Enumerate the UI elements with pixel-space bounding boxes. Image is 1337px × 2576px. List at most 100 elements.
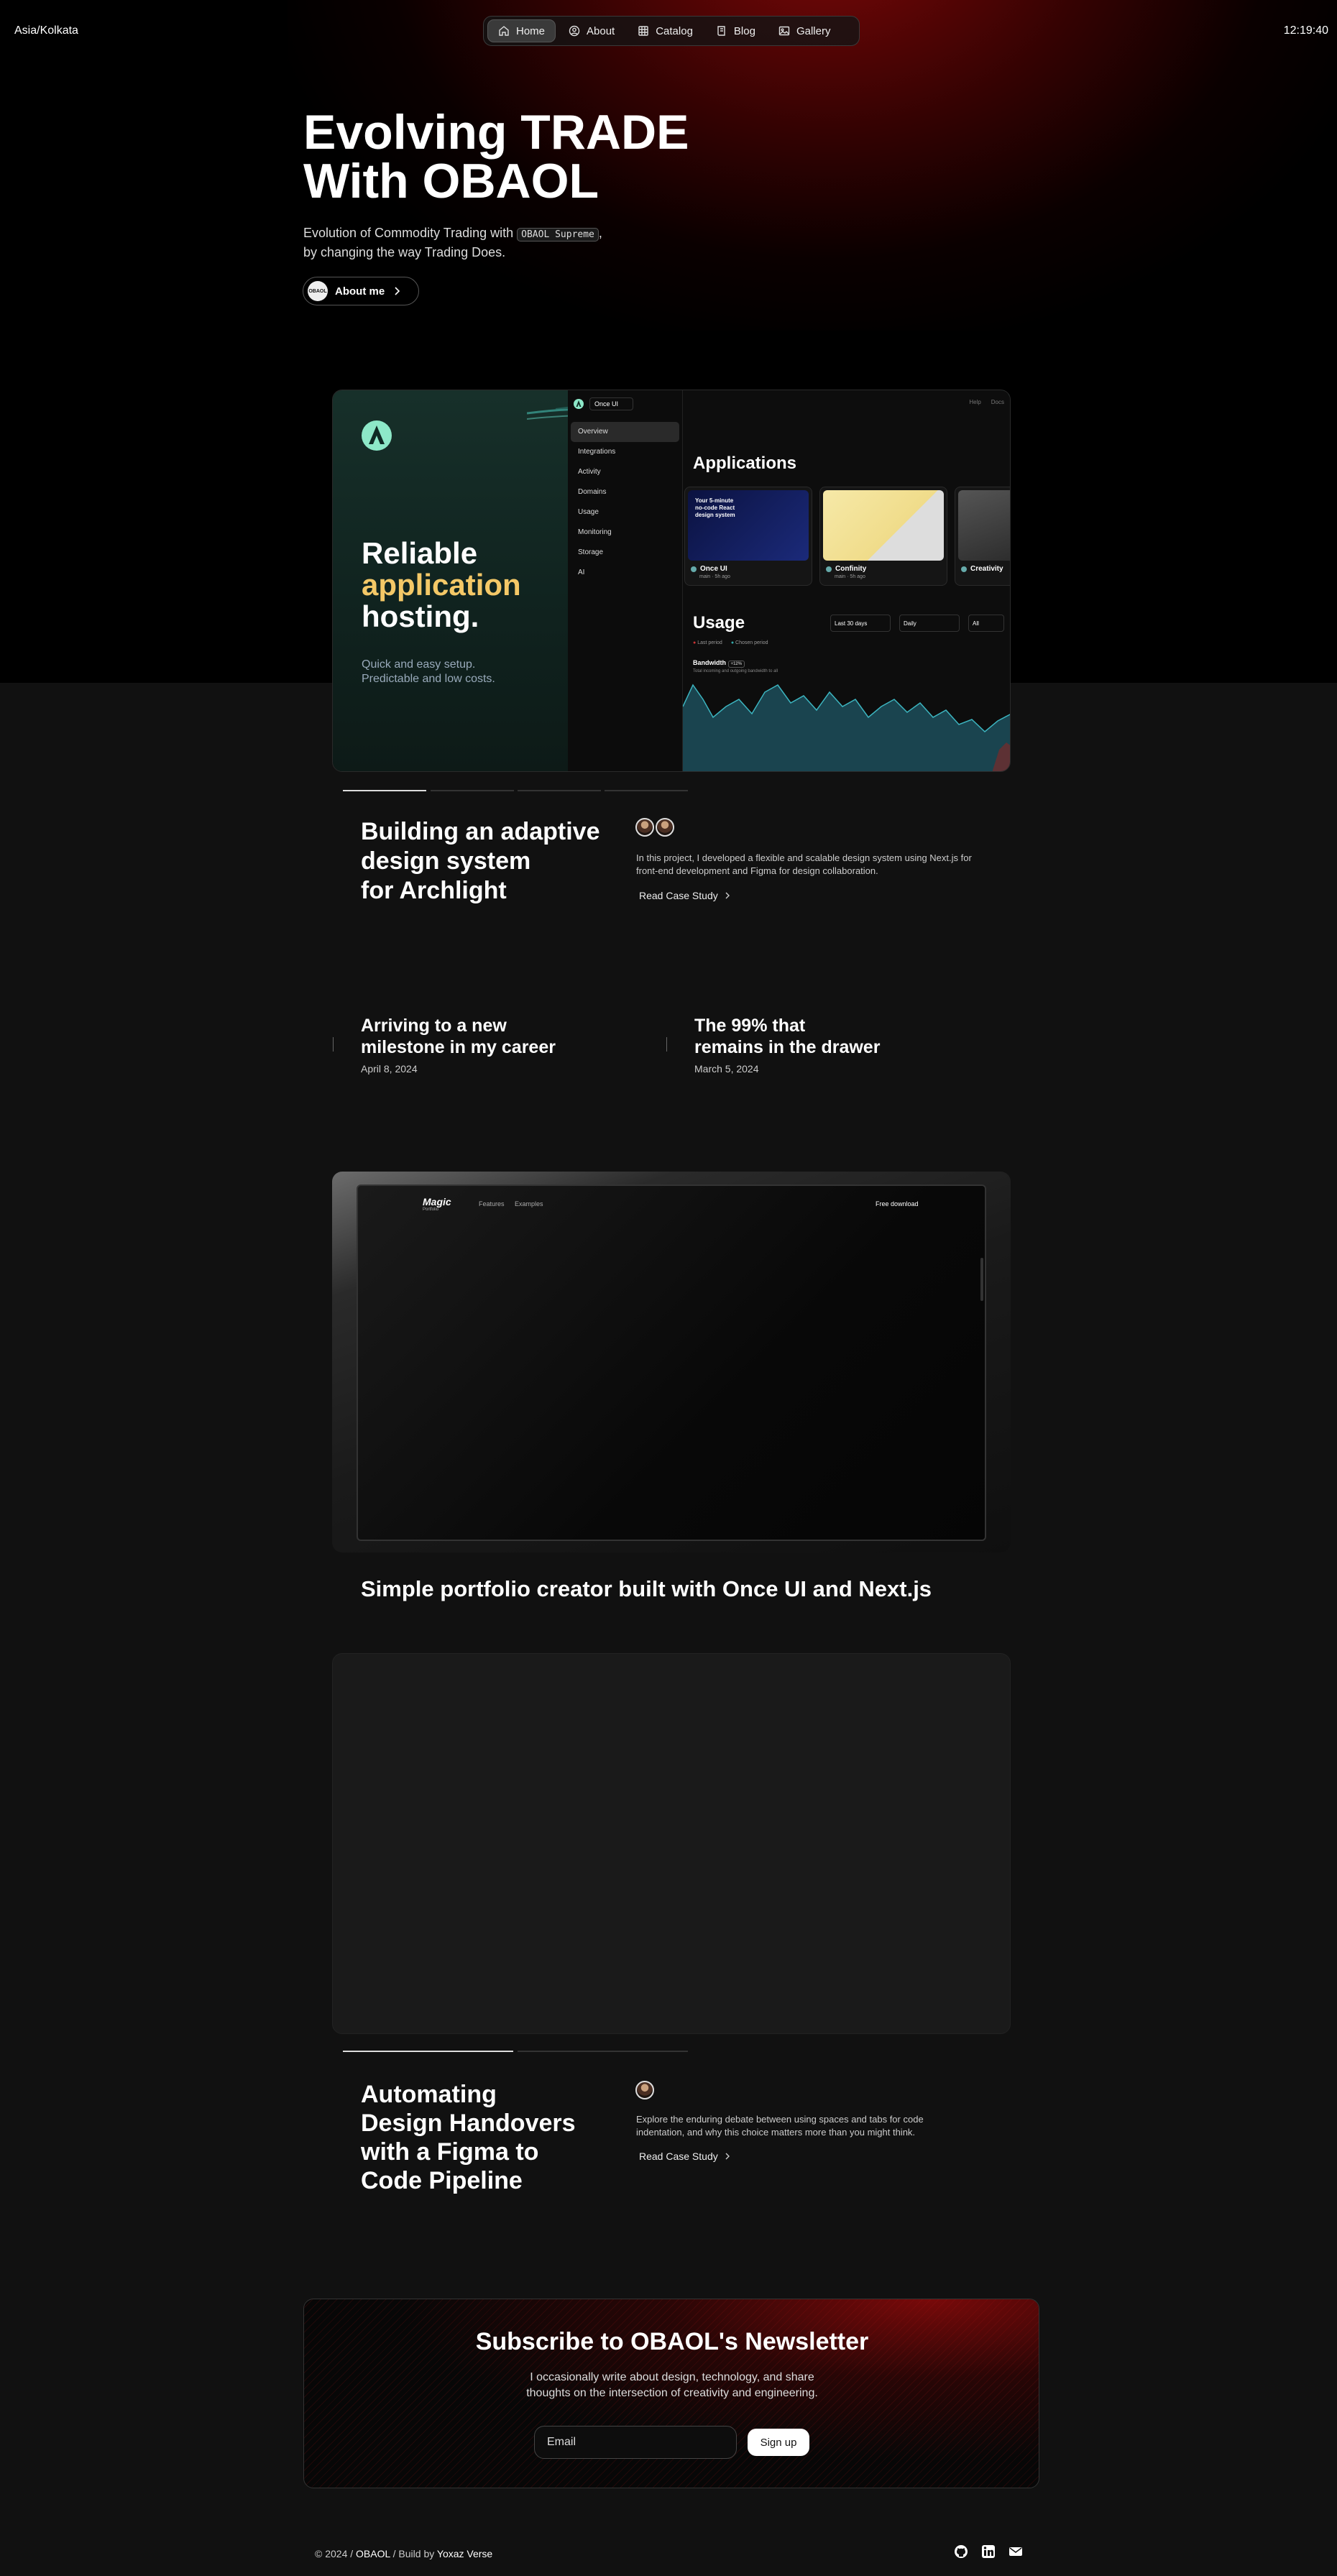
org-name: Once UI (589, 397, 634, 410)
bandwidth-sub: Total incoming and outgoing bandwidth to… (693, 669, 778, 673)
hosting-headline-1: Reliable (362, 536, 478, 570)
nav-gallery[interactable]: Gallery (768, 19, 841, 42)
bandwidth-label: Bandwidth +12% (693, 659, 745, 668)
app-name: Once UI (685, 564, 812, 574)
nav-home[interactable]: Home (487, 19, 556, 42)
hosting-sub-2: Predictable and low costs. (362, 673, 495, 685)
app-logo-small-icon (574, 399, 584, 409)
sign-up-button[interactable]: Sign up (748, 2429, 809, 2456)
project-card-portfolio[interactable]: Magic Portfolio Features Examples Free do… (332, 1172, 1011, 1552)
scrollbar[interactable] (980, 1258, 983, 1301)
footer-social-links (954, 2544, 1023, 2559)
legend-chosen-period: ● Chosen period (730, 640, 768, 645)
app-meta: main · 5h ago (835, 574, 865, 579)
magic-logo-text: Magic (423, 1196, 451, 1208)
interval-select[interactable]: Daily (899, 615, 960, 632)
case1-title-2: design system (361, 847, 531, 875)
footer-built: / Build by (392, 2548, 435, 2559)
docs-link[interactable]: Docs (991, 399, 1004, 405)
newsletter-description: I occasionally write about design, techn… (492, 2370, 852, 2401)
help-link[interactable]: Help (969, 399, 980, 405)
divider (666, 1037, 667, 1052)
app-logo-icon (362, 420, 392, 451)
hosting-headline-3: hosting. (362, 599, 479, 633)
blog2-title-1: The 99% that (694, 1016, 806, 1036)
newsletter-desc-2: thoughts on the intersection of creativi… (526, 2387, 818, 2399)
scope-select[interactable]: All (968, 615, 1004, 632)
range-select[interactable]: Last 30 days (830, 615, 891, 632)
app-card-confinity[interactable]: Confinity main · 5h ago (819, 487, 947, 586)
about-me-button[interactable]: OBAOL About me (303, 277, 419, 305)
sidebar-item-monitoring[interactable]: Monitoring (571, 523, 679, 543)
chevron-right-icon (725, 2153, 730, 2160)
nav-catalog[interactable]: Catalog (628, 19, 703, 42)
carousel-indicator[interactable] (518, 790, 601, 791)
magic-nav-examples[interactable]: Examples (515, 1200, 543, 1208)
magic-free-download[interactable]: Free download (876, 1200, 919, 1208)
sidebar-item-overview[interactable]: Overview (571, 422, 679, 442)
app-branch: main (699, 574, 711, 579)
blog-post-title[interactable]: The 99% that remains in the drawer (694, 1015, 953, 1058)
dashboard-sidebar: Once UI Overview Integrations Activity D… (568, 390, 683, 771)
chevron-right-icon (395, 287, 400, 295)
app-card-creativity[interactable]: Creativity (955, 487, 1010, 586)
carousel-indicator[interactable] (518, 2051, 688, 2052)
app-meta: main · 5h ago (699, 574, 730, 579)
app-updated: 5h ago (715, 574, 730, 579)
case-study-title[interactable]: Simple portfolio creator built with Once… (361, 1576, 1008, 1602)
hosting-sub-1: Quick and easy setup. (362, 658, 476, 671)
legend-chosen-period-label: Chosen period (735, 640, 768, 645)
magic-nav-features[interactable]: Features (479, 1200, 505, 1208)
newsletter-desc-1: I occasionally write about design, techn… (530, 2371, 814, 2383)
sidebar-item-domains[interactable]: Domains (571, 482, 679, 502)
project-card-placeholder[interactable] (332, 1653, 1011, 2034)
linkedin-icon[interactable] (981, 2544, 996, 2559)
github-icon[interactable] (954, 2544, 968, 2559)
avatar (635, 2081, 654, 2099)
case3-title-3: with a Figma to (361, 2138, 539, 2166)
sidebar-item-integrations[interactable]: Integrations (571, 442, 679, 462)
org-switcher[interactable]: Once UI (568, 390, 682, 418)
case3-desc-2: indentation, and why this choice matters… (636, 2127, 916, 2138)
sidebar-item-usage[interactable]: Usage (571, 502, 679, 523)
hosting-headline: Reliable application hosting. (362, 538, 521, 632)
dashboard-main: Help Docs Applications Your 5-minute no-c… (683, 390, 1010, 771)
blog-post-date: April 8, 2024 (361, 1063, 418, 1075)
sidebar-item-storage[interactable]: Storage (571, 543, 679, 563)
nav-about[interactable]: About (559, 19, 625, 42)
read-case-study-label: Read Case Study (639, 890, 718, 901)
carousel-indicator[interactable] (605, 790, 688, 791)
read-case-study-link[interactable]: Read Case Study (639, 890, 731, 901)
dashboard-top-links: Help Docs (969, 399, 1004, 405)
about-me-label: About me (335, 285, 385, 298)
carousel-indicator[interactable] (431, 790, 514, 791)
nav-gallery-label: Gallery (796, 24, 831, 37)
read-case-study-link[interactable]: Read Case Study (639, 2150, 731, 2162)
nav-blog[interactable]: Blog (706, 19, 766, 42)
app-screenshot (823, 490, 944, 561)
sidebar-item-ai[interactable]: AI (571, 563, 679, 583)
carousel-indicator-active[interactable] (343, 790, 426, 791)
email-field[interactable]: Email (534, 2426, 737, 2459)
sidebar-item-activity[interactable]: Activity (571, 462, 679, 482)
person-icon (569, 25, 580, 37)
case-study-title[interactable]: Automating Design Handovers with a Figma… (361, 2080, 634, 2195)
bandwidth-title: Bandwidth (693, 659, 726, 666)
project-card-hosting[interactable]: Reliable application hosting. Quick and … (332, 390, 1011, 772)
carousel-indicator-active[interactable] (343, 2051, 513, 2052)
footer-brand[interactable]: OBAOL (356, 2548, 390, 2559)
newsletter-title: Subscribe to OBAOL's Newsletter (475, 2328, 869, 2355)
nav-about-label: About (587, 24, 615, 37)
footer-author[interactable]: Yoxaz Verse (437, 2548, 492, 2559)
bandwidth-badge: +12% (727, 661, 745, 668)
case3-title-2: Design Handovers (361, 2110, 576, 2137)
case1-title-3: for Archlight (361, 877, 507, 904)
app-screenshot (958, 490, 1010, 561)
email-icon[interactable] (1009, 2544, 1023, 2559)
footer-text: © 2024 / OBAOL / Build by Yoxaz Verse (315, 2548, 492, 2559)
app-card-once-ui[interactable]: Your 5-minute no-code React design system … (684, 487, 812, 586)
footer-copyright: © 2024 / (315, 2548, 354, 2559)
case-study-title[interactable]: Building an adaptive design system for A… (361, 817, 648, 906)
blog-post-title[interactable]: Arriving to a new milestone in my career (361, 1015, 620, 1058)
hero-subtitle-line-2: by changing the way Trading Does. (303, 245, 506, 259)
